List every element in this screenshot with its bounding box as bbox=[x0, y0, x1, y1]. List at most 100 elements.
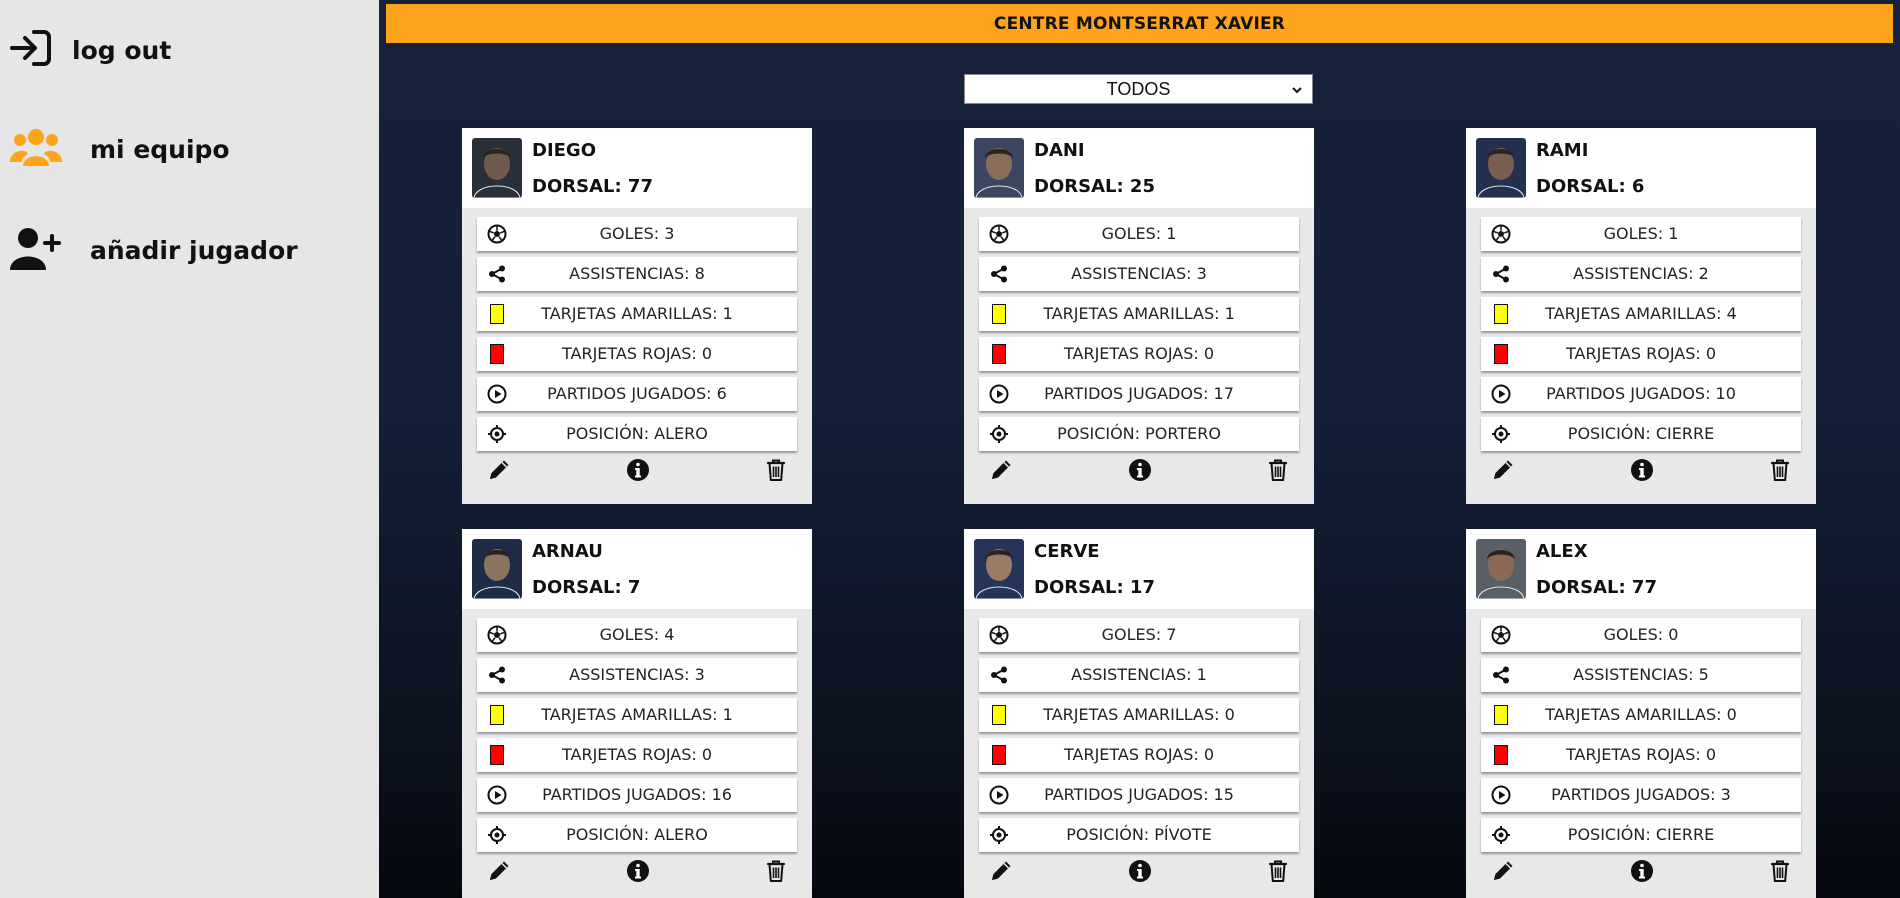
player-card-header: DANI DORSAL: 25 bbox=[964, 128, 1314, 208]
stat-red-cards-text: TARJETAS ROJAS: 0 bbox=[1565, 344, 1717, 363]
player-photo bbox=[974, 539, 1024, 599]
player-name: RAMI bbox=[1536, 140, 1589, 161]
stat-row-yellow-cards: TARJETAS AMARILLAS: 1 bbox=[979, 297, 1299, 331]
edit-player-button[interactable] bbox=[485, 458, 513, 486]
edit-player-button[interactable] bbox=[987, 458, 1015, 486]
edit-player-button[interactable] bbox=[1489, 859, 1517, 887]
add-player-link[interactable]: añadir jugador bbox=[10, 226, 298, 274]
player-name: DANI bbox=[1034, 140, 1085, 161]
player-info-button[interactable] bbox=[1628, 859, 1656, 887]
stat-yellow-cards-text: TARJETAS AMARILLAS: 0 bbox=[1043, 705, 1235, 724]
info-icon bbox=[1629, 858, 1655, 888]
stat-matches-played-text: PARTIDOS JUGADOS: 10 bbox=[1546, 384, 1736, 403]
stat-yellow-cards-text: TARJETAS AMARILLAS: 0 bbox=[1545, 705, 1737, 724]
stat-yellow-cards-text: TARJETAS AMARILLAS: 1 bbox=[541, 705, 733, 724]
stat-row-red-cards: TARJETAS ROJAS: 0 bbox=[979, 738, 1299, 772]
stat-assists-text: ASSISTENCIAS: 3 bbox=[569, 665, 705, 684]
delete-player-button[interactable] bbox=[1264, 859, 1292, 887]
stat-goals-text: GOLES: 4 bbox=[599, 625, 675, 644]
stat-assists-text: ASSISTENCIAS: 5 bbox=[1573, 665, 1709, 684]
player-photo bbox=[974, 138, 1024, 198]
stat-row-position: POSICIÓN: CIERRE bbox=[1481, 417, 1801, 451]
add-player-label: añadir jugador bbox=[90, 235, 298, 265]
player-info-button[interactable] bbox=[1126, 859, 1154, 887]
my-team-label: mi equipo bbox=[90, 134, 230, 164]
delete-player-button[interactable] bbox=[1264, 458, 1292, 486]
sidebar: log out mi equipo añadir jugador bbox=[0, 0, 379, 898]
logout-icon bbox=[10, 28, 52, 72]
stat-goals-text: GOLES: 1 bbox=[1603, 224, 1679, 243]
edit-player-button[interactable] bbox=[987, 859, 1015, 887]
player-card: ARNAU DORSAL: 7 GOLES: 4 ASSISTENCIAS: 3 TAR… bbox=[462, 529, 812, 898]
player-dorsal: DORSAL: 7 bbox=[532, 577, 641, 598]
stat-red-cards-text: TARJETAS ROJAS: 0 bbox=[561, 745, 713, 764]
player-info-button[interactable] bbox=[624, 458, 652, 486]
team-icon bbox=[10, 126, 62, 172]
player-info-button[interactable] bbox=[624, 859, 652, 887]
player-dorsal: DORSAL: 17 bbox=[1034, 577, 1155, 598]
delete-player-button[interactable] bbox=[1766, 458, 1794, 486]
stat-row-red-cards: TARJETAS ROJAS: 0 bbox=[1481, 337, 1801, 371]
stat-row-matches-played: PARTIDOS JUGADOS: 16 bbox=[477, 778, 797, 812]
player-photo bbox=[472, 138, 522, 198]
stat-assists-text: ASSISTENCIAS: 8 bbox=[569, 264, 705, 283]
info-icon bbox=[1127, 858, 1153, 888]
stat-row-red-cards: TARJETAS ROJAS: 0 bbox=[1481, 738, 1801, 772]
stat-red-cards-text: TARJETAS ROJAS: 0 bbox=[1063, 344, 1215, 363]
filter-selected-value: TODOS bbox=[1106, 78, 1171, 99]
stat-row-assists: ASSISTENCIAS: 5 bbox=[1481, 658, 1801, 692]
player-info-button[interactable] bbox=[1126, 458, 1154, 486]
delete-player-button[interactable] bbox=[762, 458, 790, 486]
stat-row-yellow-cards: TARJETAS AMARILLAS: 1 bbox=[477, 698, 797, 732]
stat-row-yellow-cards: TARJETAS AMARILLAS: 4 bbox=[1481, 297, 1801, 331]
stat-assists-text: ASSISTENCIAS: 1 bbox=[1071, 665, 1207, 684]
player-card-header: ALEX DORSAL: 77 bbox=[1466, 529, 1816, 609]
stat-red-cards-text: TARJETAS ROJAS: 0 bbox=[561, 344, 713, 363]
pencil-icon bbox=[1490, 457, 1516, 487]
stat-position-text: POSICIÓN: CIERRE bbox=[1567, 825, 1715, 844]
player-card: ALEX DORSAL: 77 GOLES: 0 ASSISTENCIAS: 5 TAR… bbox=[1466, 529, 1816, 898]
stat-row-goals: GOLES: 1 bbox=[979, 217, 1299, 251]
my-team-link[interactable]: mi equipo bbox=[10, 126, 230, 172]
player-card-header: CERVE DORSAL: 17 bbox=[964, 529, 1314, 609]
position-filter-select[interactable]: TODOS bbox=[964, 74, 1313, 104]
player-card: DIEGO DORSAL: 77 GOLES: 3 ASSISTENCIAS: 8 TA… bbox=[462, 128, 812, 504]
stat-goals-text: GOLES: 1 bbox=[1101, 224, 1177, 243]
stat-row-position: POSICIÓN: ALERO bbox=[477, 417, 797, 451]
main-panel: CENTRE MONTSERRAT XAVIER TODOS DIEGO DORS… bbox=[379, 0, 1900, 898]
player-card-header: RAMI DORSAL: 6 bbox=[1466, 128, 1816, 208]
stat-row-goals: GOLES: 1 bbox=[1481, 217, 1801, 251]
trash-icon bbox=[763, 457, 789, 487]
player-name: CERVE bbox=[1034, 541, 1100, 562]
stat-assists-text: ASSISTENCIAS: 2 bbox=[1573, 264, 1709, 283]
trash-icon bbox=[763, 858, 789, 888]
stat-assists-text: ASSISTENCIAS: 3 bbox=[1071, 264, 1207, 283]
stat-row-position: POSICIÓN: ALERO bbox=[477, 818, 797, 852]
player-card: DANI DORSAL: 25 GOLES: 1 ASSISTENCIAS: 3 TAR… bbox=[964, 128, 1314, 504]
trash-icon bbox=[1265, 858, 1291, 888]
pencil-icon bbox=[486, 858, 512, 888]
edit-player-button[interactable] bbox=[485, 859, 513, 887]
delete-player-button[interactable] bbox=[1766, 859, 1794, 887]
stat-position-text: POSICIÓN: ALERO bbox=[566, 424, 708, 443]
stat-row-yellow-cards: TARJETAS AMARILLAS: 0 bbox=[1481, 698, 1801, 732]
player-dorsal: DORSAL: 77 bbox=[1536, 577, 1657, 598]
player-card-header: ARNAU DORSAL: 7 bbox=[462, 529, 812, 609]
player-photo bbox=[472, 539, 522, 599]
stat-row-matches-played: PARTIDOS JUGADOS: 10 bbox=[1481, 377, 1801, 411]
stat-matches-played-text: PARTIDOS JUGADOS: 17 bbox=[1044, 384, 1234, 403]
player-dorsal: DORSAL: 25 bbox=[1034, 176, 1155, 197]
logout-button[interactable]: log out bbox=[10, 28, 171, 72]
player-info-button[interactable] bbox=[1628, 458, 1656, 486]
edit-player-button[interactable] bbox=[1489, 458, 1517, 486]
info-icon bbox=[1127, 457, 1153, 487]
stat-row-red-cards: TARJETAS ROJAS: 0 bbox=[477, 738, 797, 772]
pencil-icon bbox=[1490, 858, 1516, 888]
pencil-icon bbox=[988, 858, 1014, 888]
pencil-icon bbox=[988, 457, 1014, 487]
trash-icon bbox=[1265, 457, 1291, 487]
stat-row-assists: ASSISTENCIAS: 1 bbox=[979, 658, 1299, 692]
delete-player-button[interactable] bbox=[762, 859, 790, 887]
player-card: RAMI DORSAL: 6 GOLES: 1 ASSISTENCIAS: 2 TARJ… bbox=[1466, 128, 1816, 504]
player-dorsal: DORSAL: 6 bbox=[1536, 176, 1645, 197]
